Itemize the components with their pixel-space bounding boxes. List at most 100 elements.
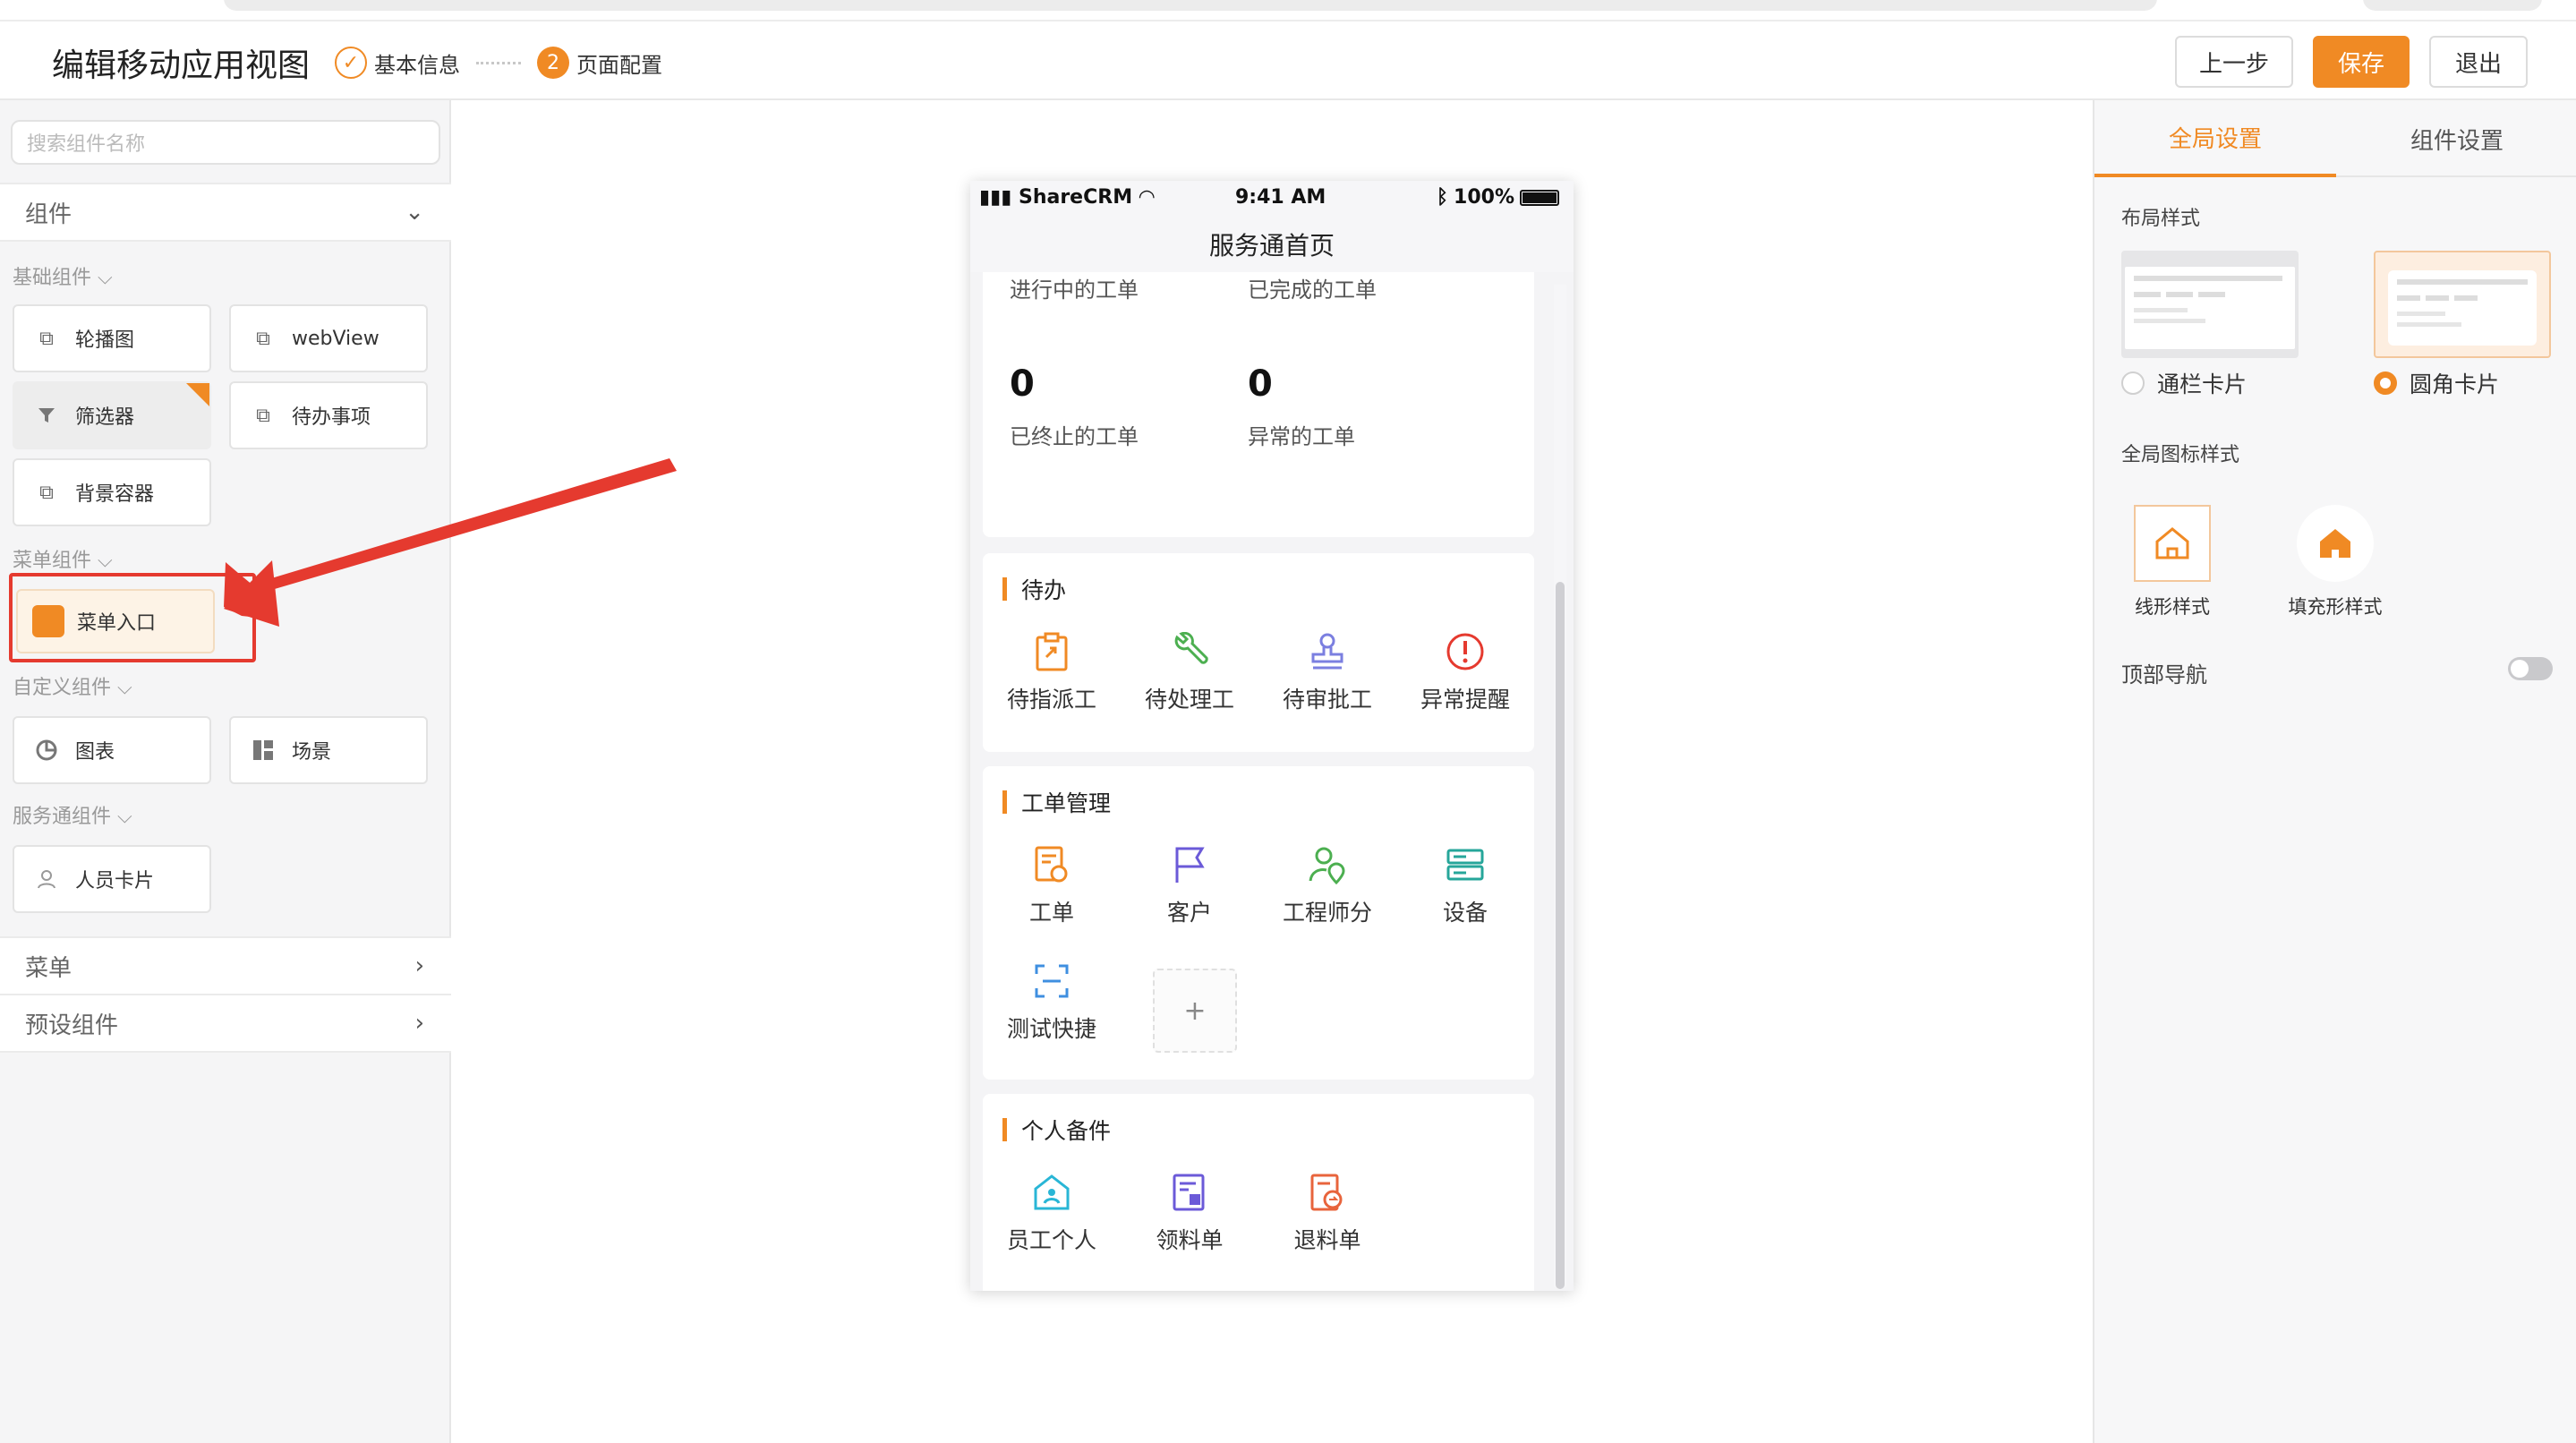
phone-content[interactable]: 进行中的工单 已完成的工单 0 0 已终止的工单 异常的工单 待办 待指派工 待… <box>970 272 1574 1291</box>
group-label-custom[interactable]: 自定义组件 ⌵ <box>13 671 132 700</box>
engineer-location-icon <box>1306 843 1349 886</box>
component-label: webView <box>292 327 380 350</box>
accordion-label: 预设组件 <box>25 1012 119 1039</box>
clipboard-assign-icon <box>1030 630 1073 673</box>
home-outline-icon <box>2134 505 2211 582</box>
layout-option-fullwidth[interactable] <box>2121 251 2299 358</box>
component-sidebar: 搜索组件名称 组件 ⌄ 基础组件 ⌵ ⧉ 轮播图 ⧉ webView 筛选器 ⧉… <box>0 100 451 1443</box>
component-search-input[interactable]: 搜索组件名称 <box>11 120 440 165</box>
stats-card[interactable]: 进行中的工单 已完成的工单 0 0 已终止的工单 异常的工单 <box>983 272 1534 537</box>
icon-style-line[interactable]: 线形样式 <box>2120 505 2225 619</box>
menu-item[interactable]: 领料单 <box>1121 1171 1258 1255</box>
layout-option-rounded[interactable] <box>2374 251 2551 358</box>
menu-item[interactable]: 员工个人 <box>983 1171 1121 1255</box>
component-chart[interactable]: 图表 <box>13 716 211 784</box>
stat-label: 已终止的工单 <box>1010 424 1139 449</box>
preset-components-accordion[interactable]: 预设组件 › <box>0 994 451 1053</box>
phone-scrollbar-thumb[interactable] <box>1556 582 1565 1289</box>
add-menu-item-button[interactable]: + <box>1153 969 1237 1053</box>
chevron-down-icon: ⌵ <box>91 267 113 289</box>
check-corner-icon <box>186 383 209 406</box>
stat-value: 0 <box>1248 363 1273 405</box>
component-icon: ⧉ <box>256 404 270 427</box>
component-filter[interactable]: 筛选器 <box>13 381 211 449</box>
component-icon: ⧉ <box>256 327 270 350</box>
stamp-icon <box>1306 630 1349 673</box>
menu-item[interactable]: 测试快捷 <box>983 960 1121 1044</box>
menu-item[interactable]: 待指派工 <box>983 630 1121 714</box>
icon-style-label: 全局图标样式 <box>2121 444 2240 466</box>
component-label: 场景 <box>292 741 332 764</box>
home-filled-icon <box>2297 505 2374 582</box>
page-header: 编辑移动应用视图 ✓ 基本信息 2 页面配置 上一步 保存 退出 <box>0 21 2576 100</box>
menu-accordion[interactable]: 菜单 › <box>0 936 451 995</box>
material-return-icon <box>1306 1171 1349 1214</box>
wrench-icon <box>1168 630 1211 673</box>
radio-button-selected[interactable] <box>2374 371 2397 395</box>
exit-button[interactable]: 退出 <box>2429 36 2528 88</box>
settings-tabs: 全局设置 组件设置 <box>2094 100 2576 177</box>
menu-item[interactable]: 异常提醒 <box>1396 630 1534 714</box>
component-icon: ⧉ <box>39 481 54 504</box>
address-bar[interactable] <box>224 0 2157 11</box>
chevron-down-icon: ⌵ <box>91 550 113 572</box>
icon-style-fill[interactable]: 填充形样式 <box>2282 505 2388 619</box>
component-person-card[interactable]: 人员卡片 <box>13 845 211 913</box>
house-person-icon <box>1030 1171 1073 1214</box>
step-label[interactable]: 基本信息 <box>374 47 460 79</box>
component-background-container[interactable]: ⧉ 背景容器 <box>13 458 211 526</box>
browser-control[interactable] <box>2363 0 2542 11</box>
section-card-todo[interactable]: 待办 待指派工 待处理工 待审批工 异常提醒 <box>983 553 1534 752</box>
component-label: 轮播图 <box>75 329 135 352</box>
component-label: 人员卡片 <box>75 870 155 892</box>
component-carousel[interactable]: ⧉ 轮播图 <box>13 304 211 372</box>
save-button[interactable]: 保存 <box>2313 36 2410 88</box>
accordion-label: 菜单 <box>25 954 73 982</box>
layout-radio-fullwidth[interactable]: 通栏卡片 <box>2121 367 2247 399</box>
tab-component-settings[interactable]: 组件设置 <box>2336 100 2576 177</box>
top-nav-label: 顶部导航 <box>2121 662 2207 687</box>
layout-radio-rounded[interactable]: 圆角卡片 <box>2374 367 2499 399</box>
filter-icon <box>34 403 59 428</box>
tab-global-settings[interactable]: 全局设置 <box>2094 100 2336 177</box>
radio-button[interactable] <box>2121 371 2145 395</box>
component-webview[interactable]: ⧉ webView <box>229 304 428 372</box>
chevron-right-icon: › <box>414 1010 424 1037</box>
page-title: 编辑移动应用视图 <box>52 47 311 84</box>
menu-item[interactable]: 退料单 <box>1258 1171 1396 1255</box>
person-icon <box>34 867 59 892</box>
section-card-workorder[interactable]: 工单管理 工单 客户 工程师分 设备 测试快捷 + <box>983 766 1534 1080</box>
chevron-right-icon: › <box>414 952 424 979</box>
top-nav-toggle[interactable] <box>2508 657 2553 680</box>
group-label-menu[interactable]: 菜单组件 ⌵ <box>13 544 113 573</box>
phone-status-bar: ▮▮▮ ShareCRM ◠ 9:41 AM ᛒ 100% <box>970 181 1574 217</box>
chevron-down-icon: ⌄ <box>405 199 424 226</box>
menu-item[interactable]: 设备 <box>1396 843 1534 927</box>
menu-item[interactable]: 待处理工 <box>1121 630 1258 714</box>
menu-item[interactable]: 工单 <box>983 843 1121 927</box>
component-label: 背景容器 <box>75 483 155 506</box>
step-number: 2 <box>537 47 569 79</box>
component-scene[interactable]: 场景 <box>229 716 428 784</box>
component-todo[interactable]: ⧉ 待办事项 <box>229 381 428 449</box>
bluetooth-icon: ᛒ <box>1436 186 1449 209</box>
menu-item[interactable]: 客户 <box>1121 843 1258 927</box>
section-title: 待办 <box>1002 573 1066 605</box>
component-label: 待办事项 <box>292 406 371 429</box>
menu-item[interactable]: 工程师分 <box>1258 843 1396 927</box>
component-label: 筛选器 <box>75 406 135 429</box>
step-indicator: ✓ 基本信息 2 页面配置 <box>335 45 662 81</box>
group-label-basic[interactable]: 基础组件 ⌵ <box>13 261 113 290</box>
menu-item[interactable]: 待审批工 <box>1258 630 1396 714</box>
settings-panel: 全局设置 组件设置 布局样式 通栏卡片 圆角卡片 全局图标样式 线形样式 填充形… <box>2093 100 2576 1443</box>
chevron-down-icon: ⌵ <box>111 677 132 699</box>
wifi-icon: ◠ <box>1139 186 1155 209</box>
section-card-parts[interactable]: 个人备件 员工个人 领料单 退料单 <box>983 1094 1534 1291</box>
components-accordion[interactable]: 组件 ⌄ <box>0 183 451 242</box>
group-label-service[interactable]: 服务通组件 ⌵ <box>13 800 132 829</box>
material-receive-icon <box>1168 1171 1211 1214</box>
workorder-icon <box>1030 843 1073 886</box>
flag-icon <box>1168 843 1211 886</box>
stat-label: 进行中的工单 <box>1010 278 1139 303</box>
prev-step-button[interactable]: 上一步 <box>2175 36 2293 88</box>
